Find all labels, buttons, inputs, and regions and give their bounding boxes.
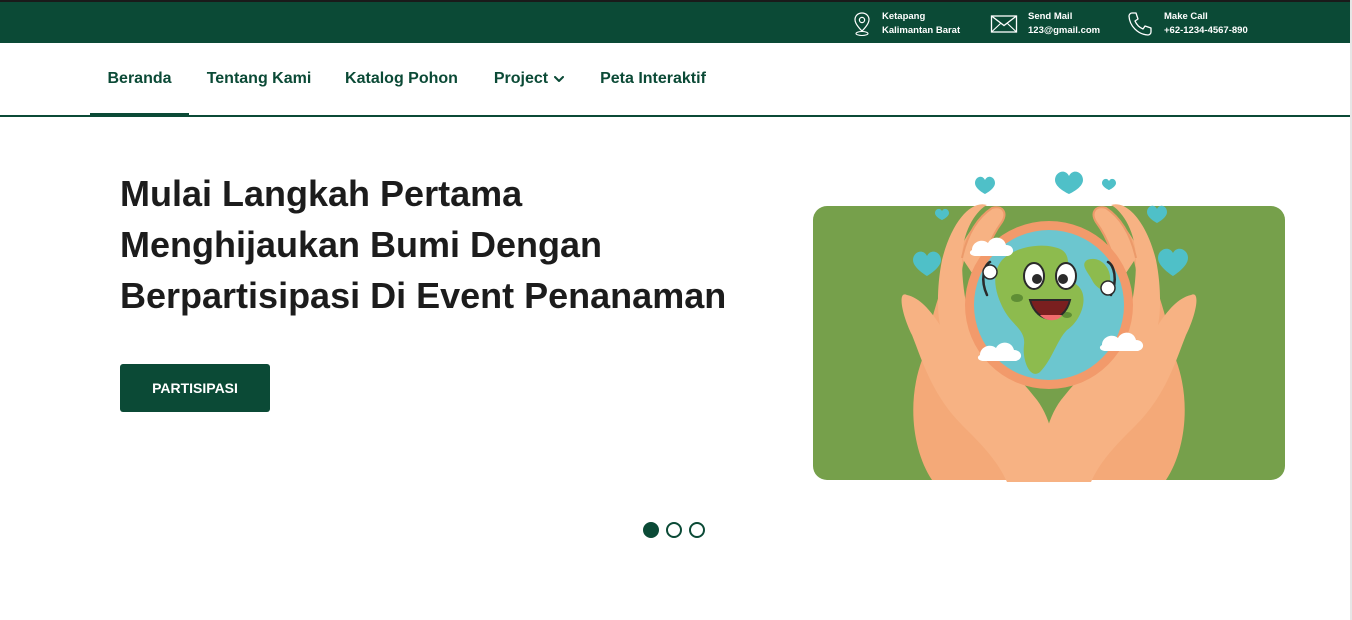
nav-item-project-label: Project — [493, 70, 549, 87]
location-pin-icon — [854, 12, 870, 37]
mail-info[interactable]: Send Mail 123@gmail.com — [990, 10, 1100, 38]
envelope-icon — [990, 15, 1018, 33]
main-navbar: Beranda Tentang Kami Katalog Pohon Proje… — [0, 43, 1350, 117]
phone-number[interactable]: +62-1234-4567-890 — [1164, 24, 1248, 38]
chevron-down-icon — [554, 75, 565, 82]
top-contact-bar: Ketapang Kalimantan Barat Send Mail 123@… — [0, 0, 1350, 43]
mail-address[interactable]: 123@gmail.com — [1028, 24, 1100, 38]
nav-item-peta-interaktif[interactable]: Peta Interaktif — [598, 43, 708, 115]
carousel-dot-3[interactable] — [689, 522, 705, 538]
phone-info[interactable]: Make Call +62-1234-4567-890 — [1126, 10, 1248, 38]
nav-item-katalog-pohon[interactable]: Katalog Pohon — [344, 43, 459, 115]
participate-button[interactable]: PARTISIPASI — [120, 364, 270, 412]
phone-label: Make Call — [1164, 11, 1208, 22]
location-info: Ketapang Kalimantan Barat — [852, 10, 960, 38]
location-province: Kalimantan Barat — [882, 25, 961, 36]
location-city: Ketapang — [882, 11, 926, 22]
phone-icon — [1128, 12, 1152, 36]
mail-label: Send Mail — [1028, 11, 1073, 22]
hero-title: Mulai Langkah Pertama Menghijaukan Bumi … — [120, 173, 727, 316]
hands-holding-earth-illustration — [813, 171, 1285, 482]
nav-item-project[interactable]: Project — [490, 43, 568, 115]
carousel-dot-1[interactable] — [643, 522, 659, 538]
nav-item-tentang-kami[interactable]: Tentang Kami — [205, 43, 313, 115]
carousel-indicators — [643, 522, 705, 538]
nav-item-beranda[interactable]: Beranda — [90, 43, 189, 116]
carousel-dot-2[interactable] — [666, 522, 682, 538]
